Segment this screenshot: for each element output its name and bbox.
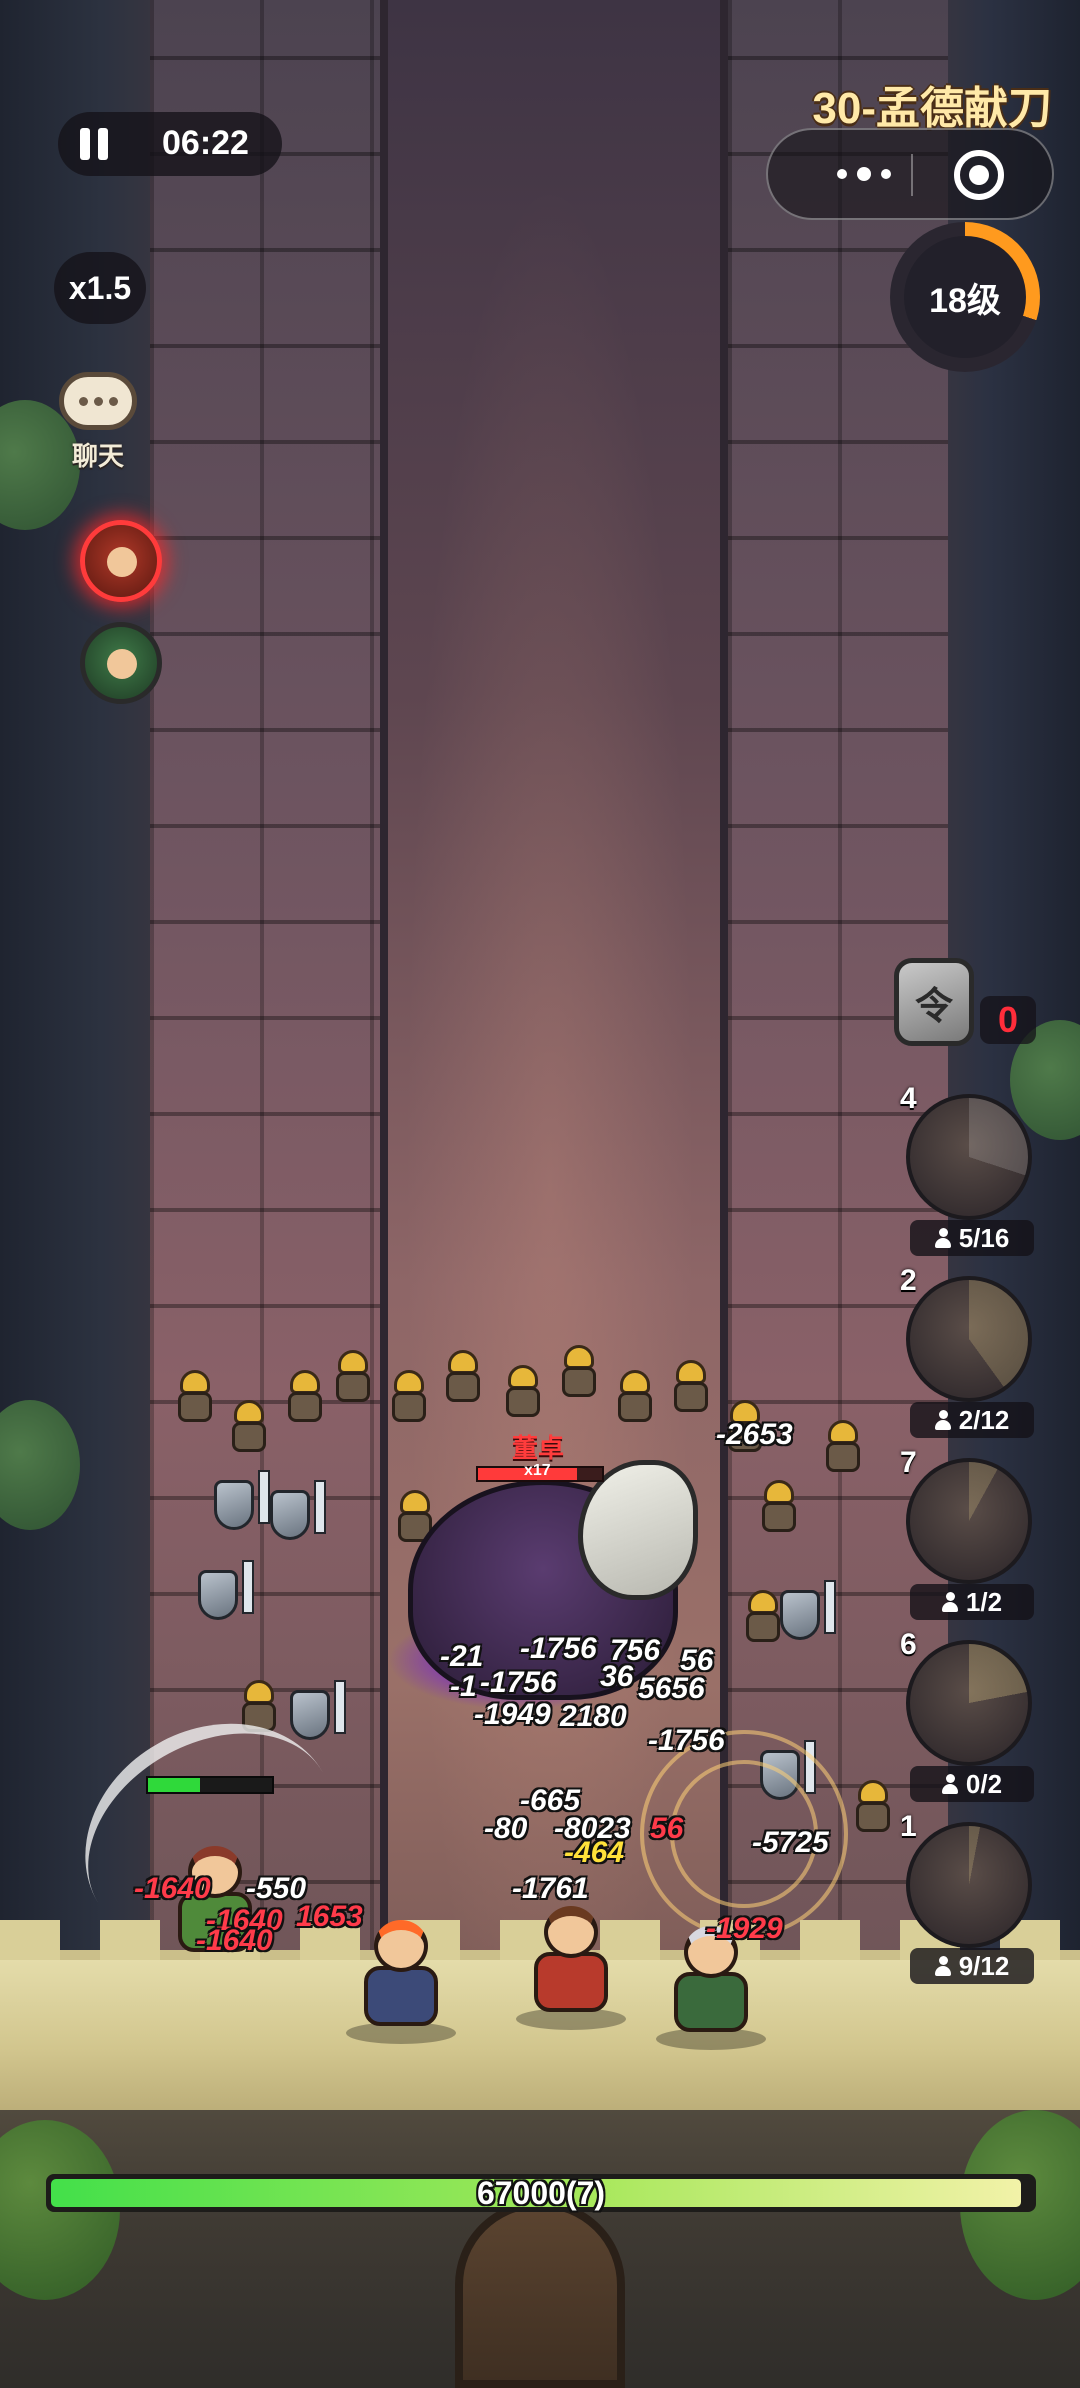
unit-slot[interactable]: 4 5/16 — [900, 1082, 1040, 1256]
timer-bar: 06:22 — [58, 112, 282, 176]
boss-name: 董卓 — [512, 1433, 565, 1463]
damage-number: -1756 — [648, 1724, 725, 1757]
enemy-soldier — [226, 1400, 272, 1452]
wave-progress-bar: 67000(7) — [46, 2174, 1036, 2212]
damage-number: -1761 — [512, 1872, 589, 1905]
damage-number: -1756 — [480, 1666, 557, 1699]
damage-number: -5725 — [752, 1826, 829, 1859]
person-icon — [941, 1774, 958, 1794]
stage-title: 30-孟德献刀 — [812, 84, 1052, 133]
unit-slot[interactable]: 6 0/2 — [900, 1628, 1040, 1802]
damage-number: -464 — [564, 1836, 625, 1869]
more-icon[interactable] — [816, 130, 912, 218]
enemy-shieldman — [214, 1470, 274, 1536]
command-token-icon: 令 — [894, 958, 974, 1046]
chat-bubble-icon — [59, 372, 137, 430]
unit-slot[interactable]: 2 2/12 — [900, 1264, 1040, 1438]
damage-number: 2180 — [560, 1700, 627, 1733]
pause-icon[interactable] — [76, 126, 112, 162]
damage-number: -1640 — [196, 1924, 273, 1957]
level-progress-ring[interactable]: 18级 — [890, 222, 1040, 372]
enemy-soldier — [668, 1360, 714, 1412]
boss-health-count: x17 — [524, 1462, 551, 1479]
damage-number: 56 — [650, 1812, 684, 1845]
hero-archer[interactable] — [516, 1896, 626, 2030]
wave-progress-label: 67000(7) — [476, 2174, 606, 2211]
damage-number: 5656 — [638, 1672, 705, 1705]
unit-capacity: 9/12 — [910, 1948, 1034, 1984]
unit-slot-number: 4 — [900, 1082, 917, 1115]
castle-gate — [455, 2200, 625, 2388]
unit-capacity: 0/2 — [910, 1766, 1034, 1802]
chat-button[interactable]: 聊天 — [48, 372, 148, 492]
command-token-count: 0 — [980, 996, 1036, 1044]
enemy-shieldman — [270, 1480, 330, 1546]
enemy-soldier — [500, 1365, 546, 1417]
enemy-soldier — [330, 1350, 376, 1402]
enemy-general-avatar[interactable] — [80, 520, 162, 602]
ally-general-avatar[interactable] — [80, 622, 162, 704]
enemy-soldier — [850, 1780, 896, 1832]
damage-number: -80 — [484, 1812, 528, 1845]
enemy-soldier — [386, 1370, 432, 1422]
ally-health-bar — [146, 1776, 274, 1794]
person-icon — [934, 1228, 951, 1248]
enemy-shieldman — [780, 1580, 840, 1646]
unit-capacity: 2/12 — [910, 1402, 1034, 1438]
enemy-soldier — [756, 1480, 802, 1532]
unit-slot[interactable]: 1 9/12 — [900, 1810, 1040, 1984]
close-target-icon[interactable] — [954, 150, 1004, 200]
enemy-soldier — [172, 1370, 218, 1422]
damage-number: -1929 — [706, 1912, 783, 1945]
enemy-soldier — [556, 1345, 602, 1397]
enemy-soldier — [282, 1370, 328, 1422]
damage-number: -1949 — [474, 1698, 551, 1731]
unit-slot-number: 7 — [900, 1446, 917, 1479]
enemy-soldier — [612, 1370, 658, 1422]
unit-slot-number: 1 — [900, 1810, 917, 1843]
person-icon — [934, 1956, 951, 1976]
unit-capacity: 1/2 — [910, 1584, 1034, 1620]
damage-number: -21 — [440, 1640, 484, 1673]
person-icon — [941, 1592, 958, 1612]
damage-number: 1653 — [296, 1900, 363, 1933]
person-icon — [934, 1410, 951, 1430]
mini-program-capsule — [766, 128, 1054, 220]
battle-timer: 06:22 — [162, 124, 249, 162]
chat-label: 聊天 — [71, 441, 124, 471]
enemy-shieldman — [290, 1680, 350, 1746]
damage-number: -1 — [450, 1670, 477, 1703]
unit-slot[interactable]: 7 1/2 — [900, 1446, 1040, 1620]
damage-number: -2653 — [716, 1418, 793, 1451]
speed-toggle-button[interactable]: x1.5 — [54, 252, 146, 324]
enemy-soldier — [440, 1350, 486, 1402]
command-token[interactable]: 令 0 — [886, 958, 1036, 1048]
unit-slot-number: 2 — [900, 1264, 917, 1297]
damage-number: -1640 — [134, 1872, 211, 1905]
enemy-shieldman — [198, 1560, 258, 1626]
unit-slot-number: 6 — [900, 1628, 917, 1661]
damage-number: -1756 — [520, 1632, 597, 1665]
enemy-soldier — [820, 1420, 866, 1472]
unit-capacity: 5/16 — [910, 1220, 1034, 1256]
level-label: 18级 — [904, 236, 1026, 358]
damage-number: 36 — [600, 1660, 634, 1693]
